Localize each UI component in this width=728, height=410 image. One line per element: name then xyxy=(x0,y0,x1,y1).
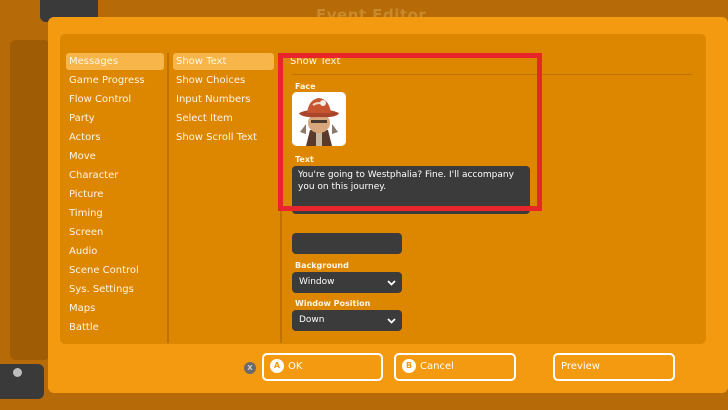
header-divider xyxy=(292,74,692,75)
command-list: Show Text Show Choices Input Numbers Sel… xyxy=(173,53,274,148)
window-position-dropdown[interactable]: Down xyxy=(292,310,402,331)
category-item-timing[interactable]: Timing xyxy=(66,205,164,222)
category-item-party[interactable]: Party xyxy=(66,110,164,127)
name-field[interactable] xyxy=(292,233,402,254)
background-label: Background xyxy=(295,261,349,270)
column-divider xyxy=(167,53,169,343)
close-x-icon[interactable]: X xyxy=(244,362,256,374)
cancel-label: Cancel xyxy=(420,361,454,372)
chevron-down-icon xyxy=(387,318,396,324)
category-item-actors[interactable]: Actors xyxy=(66,129,164,146)
face-label: Face xyxy=(295,82,316,91)
column-divider xyxy=(280,53,282,343)
category-item-move[interactable]: Move xyxy=(66,148,164,165)
window-position-value: Down xyxy=(299,315,325,325)
background-value: Window xyxy=(299,277,335,287)
category-item-messages[interactable]: Messages xyxy=(66,53,164,70)
command-item-show-scroll-text[interactable]: Show Scroll Text xyxy=(173,129,274,146)
minus-icon xyxy=(13,368,22,377)
category-item-audio[interactable]: Audio xyxy=(66,243,164,260)
window-position-label: Window Position xyxy=(295,299,371,308)
text-label: Text xyxy=(295,155,314,164)
category-item-scene-control[interactable]: Scene Control xyxy=(66,262,164,279)
event-editor-dialog: Messages Game Progress Flow Control Part… xyxy=(48,17,728,393)
category-item-character[interactable]: Character xyxy=(66,167,164,184)
preview-button[interactable]: Preview xyxy=(553,353,675,381)
command-item-input-numbers[interactable]: Input Numbers xyxy=(173,91,274,108)
face-picker[interactable] xyxy=(292,92,346,146)
ok-button[interactable]: A OK xyxy=(262,353,383,381)
preview-label: Preview xyxy=(561,361,600,372)
category-item-game-progress[interactable]: Game Progress xyxy=(66,72,164,89)
a-button-icon: A xyxy=(270,359,284,373)
cancel-button[interactable]: B Cancel xyxy=(394,353,516,381)
character-portrait xyxy=(292,92,346,146)
chevron-down-icon xyxy=(387,280,396,286)
ok-label: OK xyxy=(288,361,303,372)
b-button-icon: B xyxy=(402,359,416,373)
category-item-maps[interactable]: Maps xyxy=(66,300,164,317)
category-item-sys-settings[interactable]: Sys. Settings xyxy=(66,281,164,298)
category-item-flow-control[interactable]: Flow Control xyxy=(66,91,164,108)
command-item-show-text[interactable]: Show Text xyxy=(173,53,274,70)
command-item-select-item[interactable]: Select Item xyxy=(173,110,274,127)
background-panel-left xyxy=(10,40,50,360)
message-text-field[interactable]: You're going to Westphalia? Fine. I'll a… xyxy=(292,166,530,214)
detail-header: Show Text xyxy=(290,56,341,67)
category-item-picture[interactable]: Picture xyxy=(66,186,164,203)
category-item-battle[interactable]: Battle xyxy=(66,319,164,336)
command-item-show-choices[interactable]: Show Choices xyxy=(173,72,274,89)
category-item-screen[interactable]: Screen xyxy=(66,224,164,241)
category-list: Messages Game Progress Flow Control Part… xyxy=(66,53,164,338)
command-panel: Messages Game Progress Flow Control Part… xyxy=(60,34,706,344)
background-dropdown[interactable]: Window xyxy=(292,272,402,293)
minus-button[interactable] xyxy=(0,364,44,399)
